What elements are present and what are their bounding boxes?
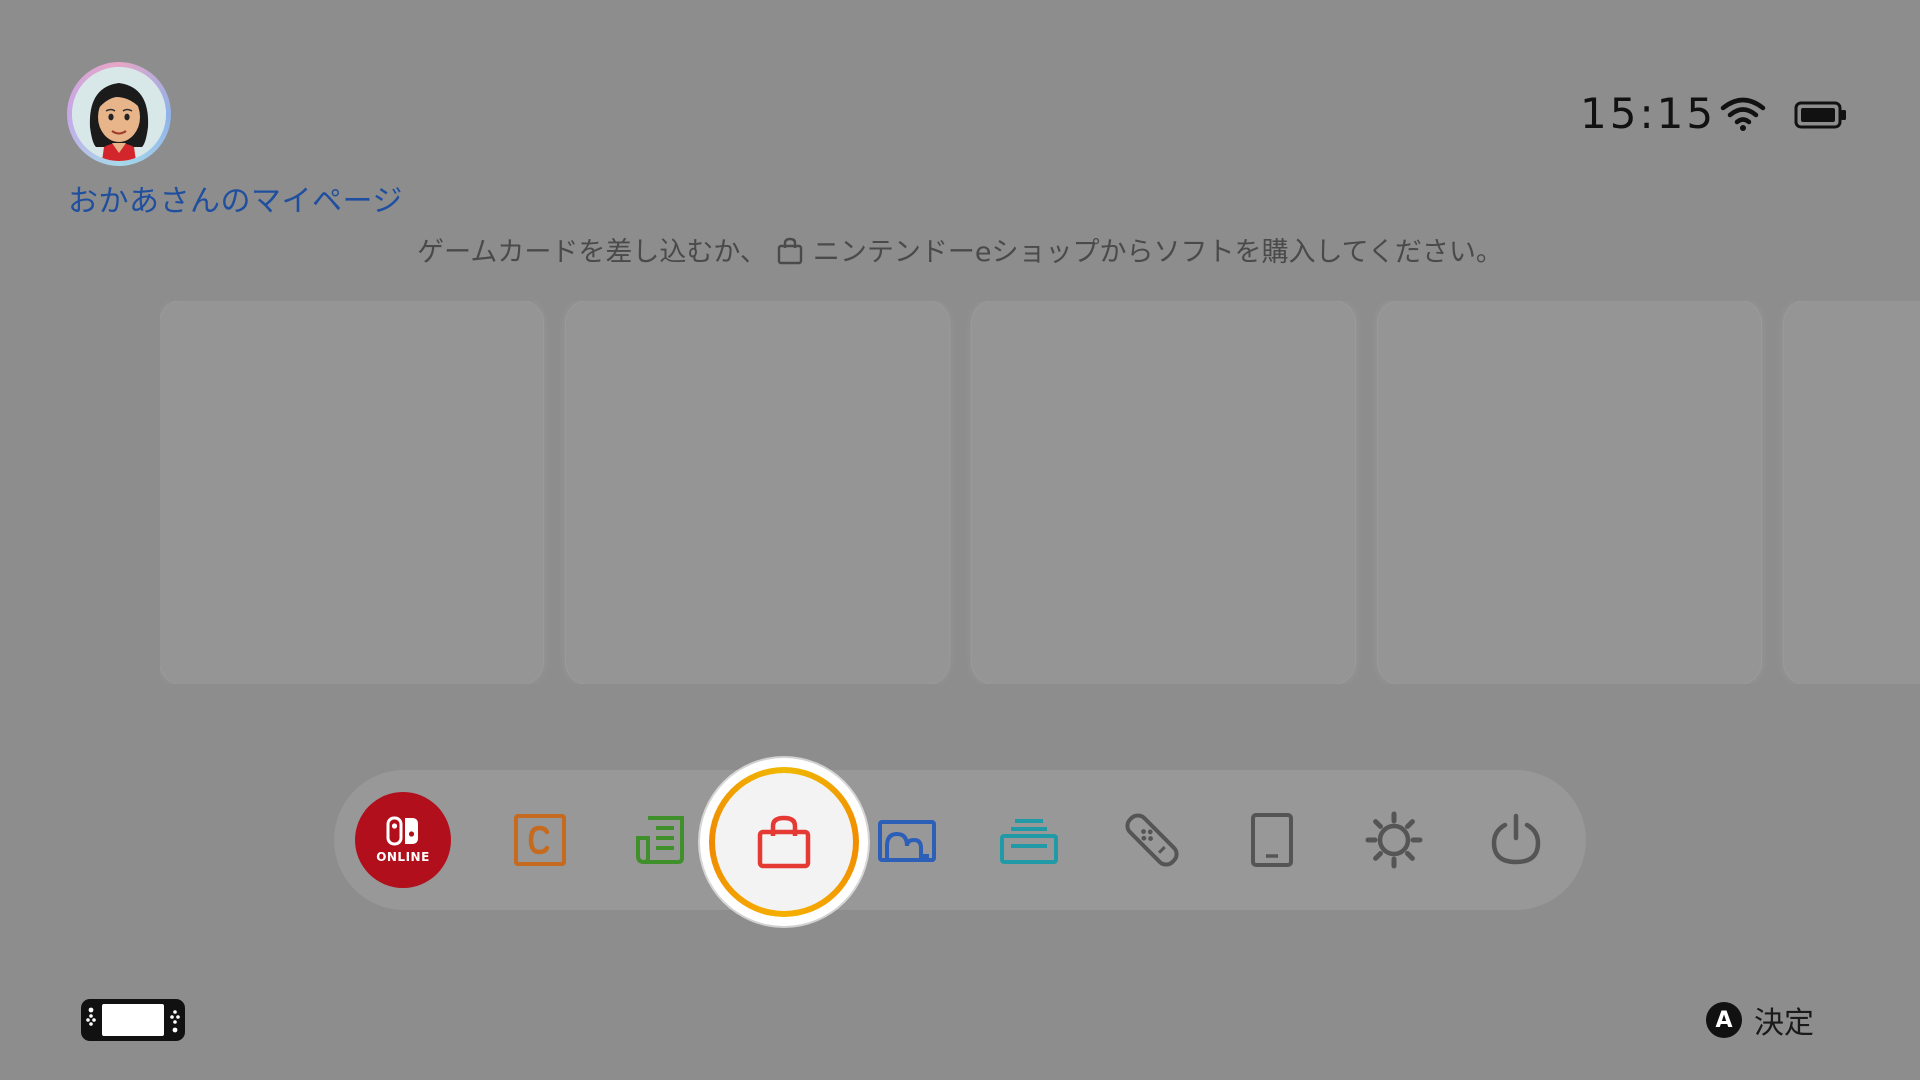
game-tile-empty[interactable] <box>972 301 1355 684</box>
a-button-icon: A <box>1706 1002 1742 1038</box>
clock: 15:15 <box>1580 89 1717 138</box>
switch-logo-icon <box>386 816 418 846</box>
user-avatar[interactable] <box>67 62 171 166</box>
news-button[interactable] <box>490 790 590 890</box>
wifi-icon <box>1720 97 1766 131</box>
nintendo-switch-online-button[interactable]: ONLINE <box>353 790 453 890</box>
home-screen: おかあさんのマイページ 15:15 ゲームカードを差し込むか、 ニンテンドーeシ… <box>0 0 1920 1080</box>
game-tile-empty[interactable] <box>1378 301 1761 684</box>
virtual-game-cards-button[interactable] <box>979 790 1079 890</box>
controllers-button[interactable] <box>1102 790 1202 890</box>
game-tile-empty[interactable] <box>566 301 949 684</box>
sleep-device-button[interactable] <box>1222 790 1322 890</box>
album-button[interactable] <box>857 790 957 890</box>
catalog-icon <box>636 816 684 865</box>
tablet-icon <box>1251 813 1293 867</box>
insert-card-message: ゲームカードを差し込むか、 ニンテンドーeショップからソフトを購入してください。 <box>0 230 1920 269</box>
switch-console-icon <box>81 999 185 1041</box>
catalog-button[interactable] <box>612 790 712 890</box>
album-icon <box>878 820 936 862</box>
confirm-label: 決定 <box>1754 1006 1814 1041</box>
confirm-hint: A 決定 <box>1706 1000 1814 1041</box>
user-mypage-link[interactable]: おかあさんのマイページ <box>68 176 403 220</box>
eshop-inline-icon <box>777 237 803 265</box>
c-news-icon <box>514 814 566 866</box>
message-text-after: ニンテンドーeショップからソフトを購入してください。 <box>812 237 1503 268</box>
shopping-bag-icon <box>757 815 811 869</box>
mii-face-icon <box>72 67 166 161</box>
game-tile-empty[interactable] <box>1784 301 1920 684</box>
game-tile-empty[interactable] <box>160 301 543 684</box>
message-text-before: ゲームカードを差し込むか、 <box>417 237 767 268</box>
battery-icon <box>1794 101 1846 129</box>
system-settings-button[interactable] <box>1344 790 1444 890</box>
power-button[interactable] <box>1466 790 1566 890</box>
joycon-icon <box>1125 813 1179 867</box>
power-icon <box>1491 813 1541 865</box>
game-tile-row <box>160 301 1920 684</box>
card-stack-icon <box>1000 819 1058 864</box>
nintendo-eshop-button[interactable] <box>700 758 868 926</box>
gear-icon <box>1365 811 1423 869</box>
online-label: ONLINE <box>376 850 430 864</box>
